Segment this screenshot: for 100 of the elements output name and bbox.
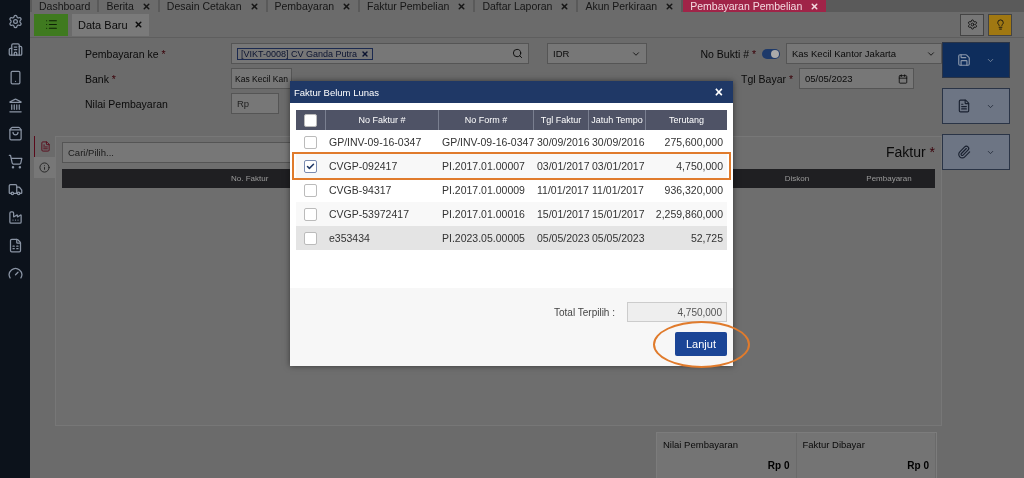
bank-field[interactable]: Kas Kecil Kan [231, 68, 292, 89]
spreadsheet-icon[interactable] [7, 238, 23, 253]
lightbulb-button[interactable] [988, 13, 1012, 36]
table-cell-text: 30/09/2016 [591, 136, 645, 148]
info-tab[interactable] [34, 157, 55, 178]
table-cell-text: 4,750,000 [675, 160, 724, 172]
document-icon [39, 141, 51, 152]
settings-icon [966, 19, 978, 30]
row-checkbox[interactable] [304, 183, 317, 197]
table-cell-text: 05/05/2023 [591, 232, 645, 244]
table-cell-text: 30/09/2016 [536, 136, 588, 148]
tab-label: Dashboard [39, 0, 91, 12]
remove-icon[interactable] [361, 49, 370, 58]
search-field[interactable]: Cari/Pilih... [62, 141, 291, 163]
save-button[interactable] [942, 42, 1010, 78]
date-field[interactable]: 05/05/2023 [799, 68, 914, 89]
panel-title: Faktur * [885, 144, 935, 160]
table-row[interactable]: CVGP-53972417 PI.2017.01.00016 15/01/2017 15/01/2017 2,259,860,000 [296, 202, 727, 226]
close-icon[interactable] [810, 1, 820, 11]
table-cell-text: 275,600,000 [663, 136, 724, 148]
select-value: Kas Kecil Kantor Jakarta [792, 48, 897, 59]
column-header: No. Faktur [230, 174, 270, 183]
table-row[interactable]: CVGP-092417 PI.2017.01.00007 03/01/2017 03/01/2017 4,750,000 [296, 154, 727, 178]
tab-label: Pembayaran [274, 0, 335, 12]
bag-icon[interactable] [7, 126, 23, 141]
table-cell-text: 52,725 [689, 232, 724, 244]
tab-label: Akun Perkiraan [585, 0, 658, 12]
amount-field[interactable]: Rp [231, 93, 279, 114]
tab[interactable]: Faktur Pembelian [360, 0, 474, 12]
table-cell-text: 15/01/2017 [591, 208, 645, 220]
factory-icon[interactable] [7, 210, 23, 225]
summary-value: Rp 0 [906, 460, 929, 471]
close-icon[interactable] [249, 1, 259, 11]
total-field: 4,750,000 [627, 302, 727, 322]
tab[interactable]: Akun Perkiraan [578, 0, 682, 12]
close-icon[interactable] [457, 1, 467, 11]
select-all-checkbox[interactable] [304, 113, 317, 127]
phone-icon[interactable] [7, 70, 23, 85]
field-label: No Bukti # * [700, 47, 756, 60]
building-icon[interactable] [7, 42, 23, 57]
placeholder: Rp [237, 98, 250, 109]
currency-select[interactable]: IDR [547, 43, 647, 64]
close-icon[interactable] [141, 1, 151, 11]
field-label: Tgl Bayar * [741, 72, 793, 85]
table-cell-text: e353434 [328, 232, 371, 244]
settings-icon[interactable] [7, 14, 23, 29]
row-checkbox[interactable] [304, 207, 317, 221]
summary-label: Faktur Dibayar [802, 439, 866, 450]
list-button[interactable] [34, 13, 68, 36]
table-cell-text: 15/01/2017 [536, 208, 588, 220]
bank-icon[interactable] [7, 98, 23, 113]
document-button[interactable] [942, 88, 1010, 124]
document-tab[interactable]: Data Baru [72, 13, 149, 36]
field-label: Nilai Pembayaran [85, 97, 169, 110]
summary-value: Rp 0 [766, 460, 790, 471]
field-label: Pembayaran ke * [85, 47, 167, 60]
tab[interactable]: Berita [99, 0, 158, 12]
row-checkbox[interactable] [304, 231, 317, 245]
field-label: Bank * [85, 72, 117, 85]
close-icon[interactable] [560, 1, 570, 11]
column-header: Diskon [783, 174, 811, 183]
auto-number-toggle[interactable] [762, 48, 780, 59]
tab[interactable]: Pembayaran Pembelian [683, 0, 827, 12]
table-cell-text: 11/01/2017 [536, 184, 588, 196]
tab[interactable]: Dashboard [32, 0, 98, 12]
close-icon[interactable] [133, 20, 143, 29]
settings-button[interactable] [960, 13, 984, 36]
total-label: Total Terpilih : [554, 306, 615, 318]
continue-button[interactable]: Lanjut [675, 332, 727, 356]
tab-label: Desain Cetakan [166, 0, 242, 12]
close-icon[interactable] [342, 1, 352, 11]
table-cell-text: PI.2017.01.00007 [441, 160, 526, 172]
table-row[interactable]: e353434 PI.2023.05.00005 05/05/2023 05/05/2023 52,725 [296, 226, 727, 250]
tab[interactable]: Desain Cetakan [159, 0, 266, 12]
table-cell-text: CVGB-94317 [328, 184, 393, 196]
document-icon [956, 99, 971, 113]
paperclip-icon [956, 145, 971, 159]
attach-button[interactable] [942, 134, 1010, 170]
gauge-icon[interactable] [7, 266, 23, 281]
dialog-title: Faktur Belum Lunas [294, 86, 379, 98]
save-icon [956, 53, 971, 67]
tab[interactable]: Daftar Laporan [475, 0, 577, 12]
close-icon[interactable] [665, 1, 675, 11]
cash-account-select[interactable]: Kas Kecil Kantor Jakarta [786, 43, 942, 64]
table-cell-text: 03/01/2017 [591, 160, 645, 172]
close-button[interactable]: × [714, 85, 723, 99]
row-checkbox[interactable] [304, 159, 317, 173]
table-cell-text: 2,259,860,000 [654, 208, 724, 220]
truck-icon[interactable] [7, 182, 23, 197]
tab-label: Berita [106, 0, 134, 12]
lightbulb-icon [994, 19, 1006, 30]
tab[interactable]: Pembayaran [267, 0, 359, 12]
cart-icon[interactable] [7, 154, 23, 169]
table-cell-text: PI.2023.05.00005 [441, 232, 526, 244]
row-checkbox[interactable] [304, 135, 317, 149]
tab-label: Pembayaran Pembelian [690, 0, 803, 12]
placeholder: Cari/Pilih... [68, 146, 114, 158]
table-cell-text: PI.2017.01.00016 [441, 208, 526, 220]
supplier-field[interactable]: [VIKT-0008] CV Ganda Putra [231, 43, 529, 64]
tab-label: Daftar Laporan [482, 0, 553, 12]
